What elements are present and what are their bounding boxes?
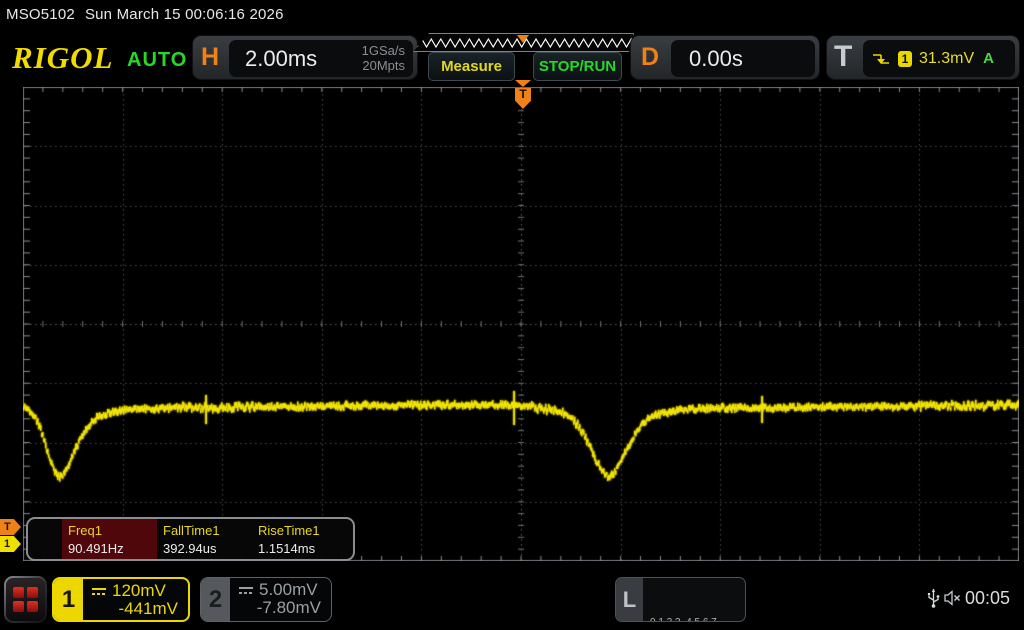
trigger-level-value: 31.3mV bbox=[919, 50, 974, 68]
channel2-scale: 5.00mV bbox=[259, 580, 318, 600]
delay-panel[interactable]: D 0.00s bbox=[630, 35, 820, 80]
delay-label: D bbox=[641, 43, 659, 72]
trigger-panel[interactable]: T 1 31.3mV A bbox=[826, 35, 1020, 80]
scope-display[interactable] bbox=[23, 87, 1019, 561]
channel2-number: 2 bbox=[201, 578, 230, 621]
measurement-label: RiseTime1 bbox=[258, 523, 347, 538]
measurement-panel[interactable]: Freq1 90.491Hz FallTime1 392.94us RiseTi… bbox=[26, 517, 355, 561]
trigger-position-arrow bbox=[515, 80, 531, 87]
timebase-value: 2.00ms bbox=[245, 46, 317, 72]
datetime: Sun March 15 00:06:16 2026 bbox=[85, 6, 284, 23]
channel1-number: 1 bbox=[54, 579, 83, 620]
model-name: MSO5102 bbox=[6, 6, 75, 23]
horizontal-label: H bbox=[201, 43, 219, 72]
horizontal-panel[interactable]: H 2.00ms 1GSa/s 20Mpts bbox=[192, 35, 418, 80]
memory-depth: 20Mpts bbox=[362, 58, 405, 73]
menu-button[interactable] bbox=[4, 576, 47, 623]
trigger-label: T bbox=[834, 40, 852, 74]
trigger-level-marker[interactable]: T bbox=[0, 519, 21, 535]
sample-rate: 1GSa/s bbox=[362, 43, 405, 58]
logic-channels-block[interactable]: L 0 1 2 3 4 5 6 7 8 9 1011 12131415 bbox=[615, 577, 746, 622]
channel1-position-marker[interactable]: 1 bbox=[0, 536, 21, 552]
stop-run-button[interactable]: STOP/RUN bbox=[533, 52, 622, 81]
measurement-value: 392.94us bbox=[163, 541, 252, 556]
measurement-value: 90.491Hz bbox=[68, 541, 157, 556]
logic-row-0-7: 0 1 2 3 4 5 6 7 bbox=[650, 615, 745, 622]
measurement-item-falltime[interactable]: FallTime1 392.94us bbox=[157, 519, 252, 559]
delay-value: 0.00s bbox=[689, 46, 743, 72]
channel2-block[interactable]: 2 5.00mV -7.80mV bbox=[200, 577, 332, 622]
measure-button[interactable]: Measure bbox=[428, 52, 515, 81]
logic-label: L bbox=[616, 578, 643, 621]
channel1-block[interactable]: 1 120mV -441mV bbox=[52, 577, 190, 622]
dc-coupling-icon bbox=[238, 585, 254, 595]
trigger-source-badge: 1 bbox=[898, 51, 912, 67]
measurement-item-freq[interactable]: Freq1 90.491Hz bbox=[62, 519, 157, 559]
title-bar: MSO5102 Sun March 15 00:06:16 2026 bbox=[6, 6, 294, 23]
oscilloscope-screen: MSO5102Sun March 15 00:06:16 2026 RIGOL … bbox=[0, 0, 1024, 630]
channel1-scale: 120mV bbox=[112, 581, 166, 601]
dc-coupling-icon bbox=[91, 586, 107, 596]
measurement-label: FallTime1 bbox=[163, 523, 252, 538]
trigger-position-strip-marker[interactable] bbox=[517, 35, 529, 43]
measurement-label: Freq1 bbox=[68, 523, 157, 538]
falling-edge-icon bbox=[871, 51, 891, 66]
menu-grid-icon bbox=[6, 578, 45, 621]
channel2-offset: -7.80mV bbox=[238, 598, 323, 618]
trigger-sweep-mode: A bbox=[983, 50, 994, 67]
measurement-value: 1.1514ms bbox=[258, 541, 347, 556]
uptime-clock: 00:05 bbox=[965, 588, 1010, 609]
measurement-item-risetime[interactable]: RiseTime1 1.1514ms bbox=[252, 519, 347, 559]
usb-icon bbox=[926, 586, 941, 609]
speaker-muted-icon bbox=[943, 589, 963, 607]
run-status: AUTO bbox=[127, 49, 187, 72]
rigol-logo: RIGOL bbox=[12, 40, 113, 76]
channel1-offset: -441mV bbox=[91, 599, 180, 619]
